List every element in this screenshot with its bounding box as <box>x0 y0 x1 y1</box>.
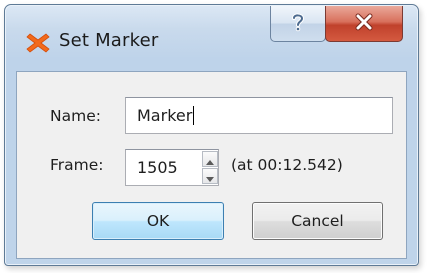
name-input-value: Marker <box>137 106 193 125</box>
set-marker-dialog: Set Marker Name: Marker Frame: 1505 (at … <box>4 4 419 266</box>
marker-x-icon <box>26 31 50 55</box>
text-caret <box>193 106 195 125</box>
question-mark-icon <box>288 11 308 37</box>
frame-increment-button[interactable] <box>202 151 218 167</box>
frame-label: Frame: <box>50 156 104 174</box>
close-button[interactable] <box>325 6 403 42</box>
dialog-body: Name: Marker Frame: 1505 (at 00:12.542) … <box>16 71 407 259</box>
name-input[interactable]: Marker <box>125 97 393 134</box>
name-label: Name: <box>50 107 101 125</box>
window-title: Set Marker <box>59 30 159 51</box>
close-x-icon <box>354 13 374 35</box>
frame-value: 1505 <box>137 158 178 177</box>
arrow-down-icon <box>206 167 214 186</box>
cancel-button[interactable]: Cancel <box>252 202 383 240</box>
frame-time-text: (at 00:12.542) <box>231 156 343 174</box>
frame-decrement-button[interactable] <box>202 168 218 184</box>
help-button[interactable] <box>270 6 326 42</box>
frame-spinbox[interactable]: 1505 <box>125 149 219 186</box>
title-bar[interactable]: Set Marker <box>5 5 418 71</box>
ok-button[interactable]: OK <box>92 202 224 240</box>
